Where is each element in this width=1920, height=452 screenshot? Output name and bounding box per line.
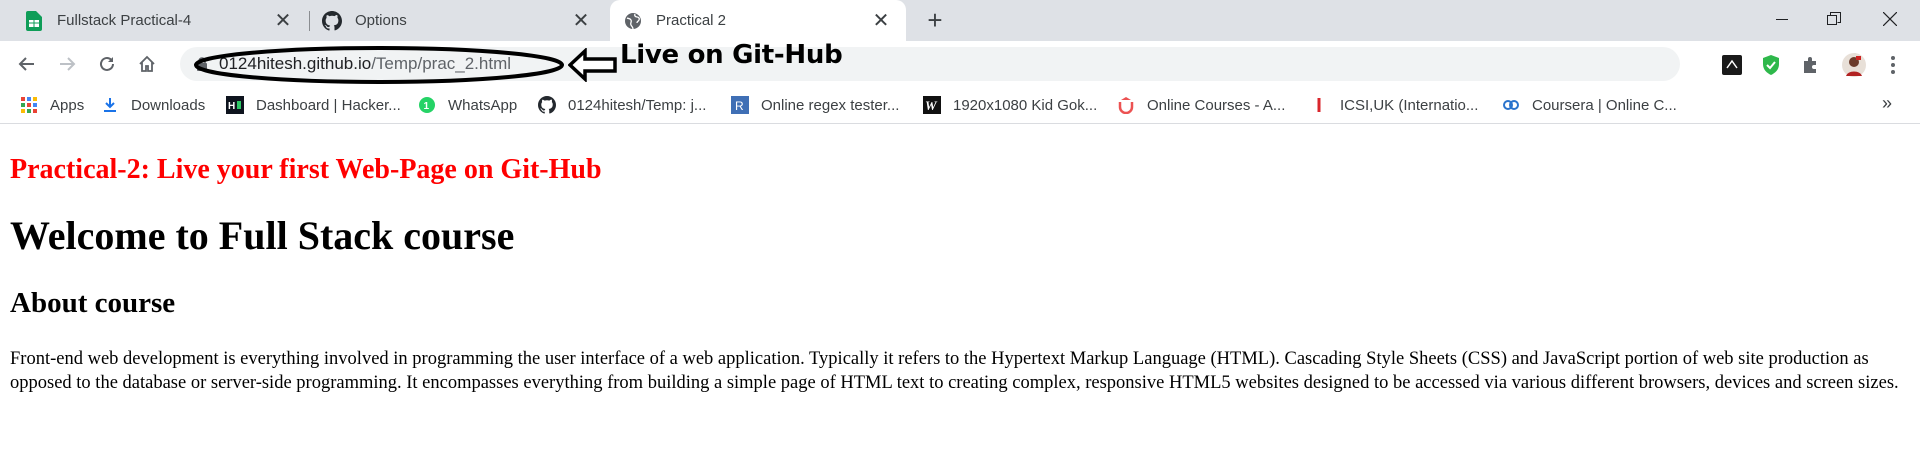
annotation-label: Live on Git-Hub [620,40,843,70]
about-paragraph: Front-end web development is everything … [10,349,1899,393]
bookmark-regex-tester[interactable]: R Online regex tester... [731,93,899,117]
github-icon [538,96,556,114]
bookmark-hackerrank[interactable]: H Dashboard | Hacker... [226,93,401,117]
svg-text:1: 1 [424,101,430,112]
svg-text:H: H [228,101,235,112]
bookmark-label: Dashboard | Hacker... [256,96,401,114]
bookmark-wallpaper[interactable]: W 1920x1080 Kid Gok... [923,93,1097,117]
annotation-arrow-icon [568,48,617,82]
apps-grid-icon [20,96,38,114]
tab-title: Practical 2 [656,12,727,29]
extension-tile-icon[interactable] [1719,52,1745,78]
close-tab-icon[interactable]: ✕ [570,10,592,32]
hackerrank-icon: H [226,96,244,114]
udemy-icon [1117,96,1135,114]
bookmark-label: Online Courses - A... [1147,96,1286,114]
bookmark-whatsapp[interactable]: 1 WhatsApp [418,93,517,117]
tab-fullstack-practical-4[interactable]: Fullstack Practical-4 ✕ [0,0,308,41]
globe-icon [623,11,643,31]
bookmark-downloads[interactable]: Downloads [101,93,205,117]
bookmark-label: Online regex tester... [761,96,900,114]
tab-title: Options [355,12,407,29]
close-tab-icon[interactable]: ✕ [272,10,294,32]
minimize-icon[interactable] [1754,0,1810,38]
puzzle-extensions-icon[interactable] [1798,52,1824,78]
download-icon [101,96,119,114]
profile-avatar-icon[interactable] [1841,52,1867,78]
sheets-icon [24,10,44,31]
svg-text:R: R [735,99,744,113]
icsi-icon [1310,96,1328,114]
bookmark-label: Apps [50,96,85,114]
bookmark-label: WhatsApp [448,96,518,114]
bookmark-label: Coursera | Online C... [1532,96,1677,114]
page-content: Practical-2: Live your first Web-Page on… [0,124,1920,452]
forward-arrow-icon[interactable] [52,49,82,79]
welcome-heading: Welcome to Full Stack course [10,213,515,258]
tab-practical-2[interactable]: Practical 2 ✕ [610,0,906,41]
bookmark-label: 0124hitesh/Temp: j... [568,96,707,114]
bookmark-udemy[interactable]: Online Courses - A... [1117,93,1285,117]
bookmark-github-temp[interactable]: 0124hitesh/Temp: j... [538,93,706,117]
restore-icon[interactable] [1806,0,1862,38]
tab-options[interactable]: Options ✕ [310,0,606,41]
shield-extension-icon[interactable] [1758,52,1784,78]
wallpaper-icon: W [923,96,941,114]
close-window-icon[interactable] [1862,0,1918,38]
bookmarks-overflow-icon[interactable]: » [1882,93,1892,114]
whatsapp-icon: 1 [418,96,436,114]
more-menu-icon[interactable] [1880,52,1906,78]
bookmark-coursera[interactable]: Coursera | Online C... [1502,93,1677,117]
tab-title: Fullstack Practical-4 [57,12,192,29]
tab-strip: Fullstack Practical-4 ✕ Options ✕ Practi… [0,0,1920,41]
annotation-ellipse [194,46,564,84]
bookmark-label: 1920x1080 Kid Gok... [953,96,1098,114]
regex-icon: R [731,96,749,114]
about-heading: About course [10,287,176,319]
bookmark-label: Downloads [131,96,206,114]
bookmarks-bar: Apps Downloads H Dashboard | Hacker... 1… [0,87,1920,124]
home-icon[interactable] [132,49,162,79]
reload-icon[interactable] [92,49,122,79]
coursera-icon [1502,96,1520,114]
practical-title: Practical-2: Live your first Web-Page on… [10,154,602,185]
bookmark-label: ICSI,UK (Internatio... [1340,96,1479,114]
close-tab-icon[interactable]: ✕ [870,10,892,32]
svg-text:W: W [925,98,938,113]
back-arrow-icon[interactable] [12,49,42,79]
bookmark-apps[interactable]: Apps [20,93,84,117]
bookmark-icsi[interactable]: ICSI,UK (Internatio... [1310,93,1478,117]
new-tab-icon[interactable]: + [921,5,949,35]
github-icon [322,10,342,31]
